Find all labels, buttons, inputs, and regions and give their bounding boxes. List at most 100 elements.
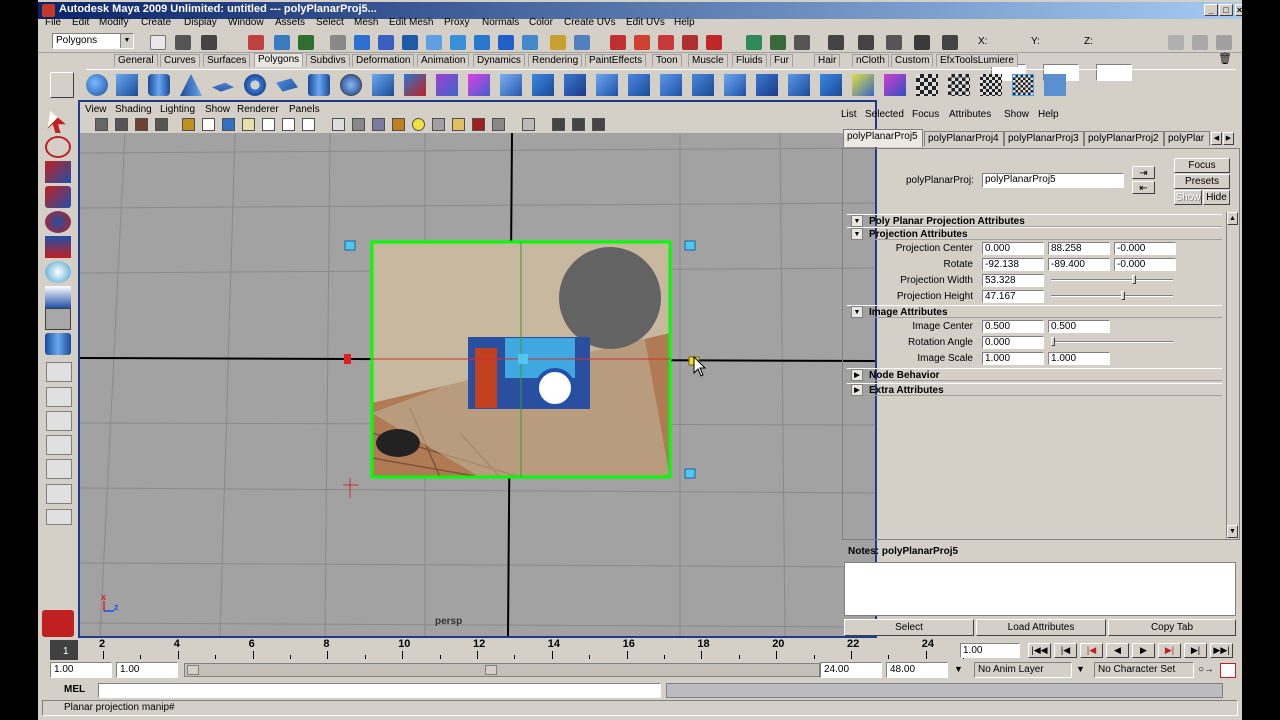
menu-help[interactable]: Help (674, 17, 695, 28)
menu-create-uvs[interactable]: Create UVs (564, 17, 616, 28)
bookmark-icon[interactable] (135, 118, 148, 131)
animation-preferences-icon[interactable] (1220, 663, 1236, 678)
playback-start-field[interactable]: 1.00 (116, 662, 178, 678)
shelf-tab-toon[interactable]: Toon (652, 54, 682, 67)
safe-action-icon[interactable] (282, 118, 295, 131)
shelf-tab-fur[interactable]: Fur (770, 54, 793, 67)
select-by-type-icon[interactable] (330, 35, 346, 50)
copy-tab-button[interactable]: Copy Tab (1108, 619, 1236, 636)
tab-scroll-left-icon[interactable]: ◀ (1211, 132, 1222, 145)
shelf-tab-dynamics[interactable]: Dynamics (473, 54, 525, 67)
step-back-key-icon[interactable]: |◀ (1080, 643, 1103, 658)
poly-sphere-icon[interactable] (86, 74, 108, 96)
menu-proxy[interactable]: Proxy (444, 17, 470, 28)
menu-mesh[interactable]: Mesh (354, 17, 378, 28)
rotate-x-field[interactable]: -92.138 (982, 258, 1044, 271)
persp-graph-layout-icon[interactable] (46, 435, 72, 455)
character-set-arrow-icon[interactable]: ▼ (1076, 664, 1090, 678)
highlight-selection-icon[interactable] (574, 35, 590, 50)
shelf-tab-painteffects[interactable]: PaintEffects (585, 54, 647, 67)
safe-title-icon[interactable] (302, 118, 315, 131)
lock-selection-icon[interactable] (550, 35, 566, 50)
shelf-tab-surfaces[interactable]: Surfaces (203, 54, 251, 67)
shelf-tab-subdivs[interactable]: Subdivs (306, 54, 350, 67)
node-name-field[interactable]: polyPlanarProj5 (982, 173, 1124, 188)
projection-center-y-field[interactable]: 88.258 (1048, 242, 1110, 255)
smooth-icon[interactable] (436, 74, 458, 96)
single-perspective-layout-icon[interactable] (46, 362, 72, 382)
menu-normals[interactable]: Normals (482, 17, 519, 28)
animation-end-field[interactable]: 48.00 (886, 662, 948, 678)
render-frame-icon[interactable] (794, 35, 810, 50)
image-center-v-field[interactable]: 0.500 (1048, 320, 1110, 333)
ae-select-button[interactable]: Select (844, 619, 974, 636)
resolution-gate-icon[interactable] (222, 118, 235, 131)
mirror-icon[interactable] (500, 74, 522, 96)
panel-menu-show[interactable]: Show (205, 104, 230, 115)
play-backwards-icon[interactable]: ◀ (1106, 643, 1129, 658)
mel-input[interactable] (98, 683, 661, 698)
projection-center-z-field[interactable]: -0.000 (1114, 242, 1176, 255)
hide-button[interactable]: Hide (1203, 190, 1230, 205)
render-view-icon[interactable] (770, 35, 786, 50)
menu-create[interactable]: Create (141, 17, 171, 28)
notes-textarea[interactable] (844, 562, 1236, 616)
bridge-icon[interactable] (564, 74, 586, 96)
collapse-icon[interactable] (788, 74, 810, 96)
menu-color[interactable]: Color (529, 17, 553, 28)
node-behavior-section[interactable]: ▶ Node Behavior (847, 368, 1222, 381)
film-gate-icon[interactable] (202, 118, 215, 131)
menu-edit-mesh[interactable]: Edit Mesh (389, 17, 433, 28)
current-time-field[interactable]: 1.00 (960, 643, 1020, 658)
grease-pencil-icon[interactable] (552, 118, 565, 131)
renderer-icon[interactable] (592, 118, 605, 131)
ae-menu-list[interactable]: List (841, 109, 857, 120)
field-chart-icon[interactable] (262, 118, 275, 131)
extrude-icon[interactable] (532, 74, 554, 96)
select-deformation-icon[interactable] (450, 35, 466, 50)
range-slider[interactable] (184, 663, 820, 677)
placed-sphere[interactable] (559, 247, 661, 349)
gate-mask-icon[interactable] (242, 118, 255, 131)
tab-polyplanarproj3[interactable]: polyPlanarProj3 (1004, 131, 1084, 146)
select-camera-icon[interactable] (95, 118, 108, 131)
uv-checker-icon[interactable] (948, 74, 970, 96)
input-ops-icon[interactable] (914, 35, 930, 50)
menu-window[interactable]: Window (228, 17, 264, 28)
merge-icon[interactable] (756, 74, 778, 96)
ae-menu-selected[interactable]: Selected (865, 109, 904, 120)
bevel-icon[interactable] (724, 74, 746, 96)
poly-pipe-icon[interactable] (308, 74, 330, 96)
append-polygon-icon[interactable] (596, 74, 618, 96)
menu-set-dropdown[interactable]: Polygons ▼ (52, 33, 134, 49)
rotation-angle-field[interactable]: 0.000 (982, 336, 1044, 349)
input-connection-icon[interactable]: ⇥ (1132, 166, 1155, 179)
texture-editor-icon[interactable] (1044, 74, 1066, 96)
poly-prism-icon[interactable] (276, 78, 298, 92)
show-button[interactable]: Show (1174, 190, 1202, 205)
rotate-tool-icon[interactable] (45, 211, 71, 233)
ae-scrollbar[interactable]: ▲ ▼ (1226, 212, 1238, 538)
ae-menu-show[interactable]: Show (1004, 109, 1029, 120)
shelf-tab-hair[interactable]: Hair (814, 54, 841, 67)
snap-grid-icon[interactable] (610, 35, 626, 50)
minimize-button[interactable]: _ (1204, 4, 1218, 16)
step-back-frame-icon[interactable]: |◀ (1054, 643, 1077, 658)
select-handle-icon[interactable] (354, 35, 370, 50)
poly-torus-icon[interactable] (244, 74, 266, 96)
poly-cone-icon[interactable] (180, 74, 202, 96)
shelf-tab-custom[interactable]: Custom (891, 54, 934, 67)
history-icon[interactable] (746, 35, 762, 50)
ae-menu-attributes[interactable]: Attributes (949, 109, 991, 120)
menu-select[interactable]: Select (316, 17, 344, 28)
show-channel-box-icon[interactable] (1216, 35, 1232, 50)
planar-mapping-icon[interactable] (884, 74, 906, 96)
slider-thumb[interactable] (1051, 337, 1055, 346)
select-hierarchy-icon[interactable] (248, 35, 264, 50)
script-editor-icon[interactable] (1226, 684, 1238, 697)
maximize-button[interactable]: □ (1219, 4, 1233, 16)
animation-start-field[interactable]: 1.00 (50, 662, 112, 678)
tab-polyplanarproj2[interactable]: polyPlanarProj2 (1084, 131, 1164, 146)
offset-edge-loop-icon[interactable] (692, 74, 714, 96)
trash-icon[interactable]: 🗑 (1218, 52, 1232, 66)
